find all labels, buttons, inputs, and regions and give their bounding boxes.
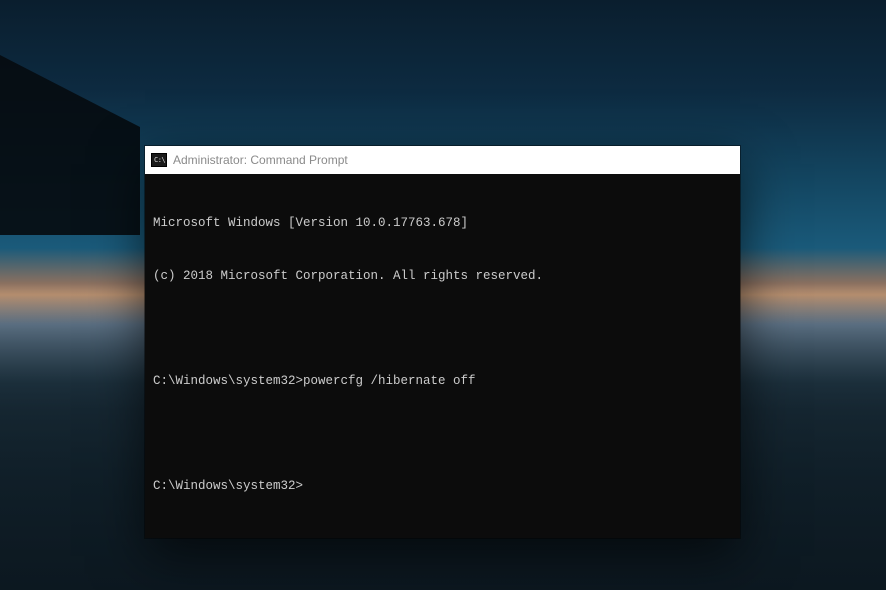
window-titlebar[interactable]: C:\ Administrator: Command Prompt bbox=[145, 146, 740, 174]
terminal-body[interactable]: Microsoft Windows [Version 10.0.17763.67… bbox=[145, 174, 740, 538]
prompt-line-1: C:\Windows\system32>powercfg /hibernate … bbox=[153, 373, 732, 391]
background-silhouette bbox=[0, 55, 140, 235]
banner-line-2: (c) 2018 Microsoft Corporation. All righ… bbox=[153, 268, 732, 286]
blank-line bbox=[153, 320, 732, 338]
command-prompt-icon: C:\ bbox=[151, 153, 167, 167]
command-prompt-window: C:\ Administrator: Command Prompt Micros… bbox=[145, 146, 740, 538]
prompt-path-1: C:\Windows\system32> bbox=[153, 373, 303, 391]
prompt-path-2: C:\Windows\system32> bbox=[153, 478, 303, 496]
blank-line bbox=[153, 425, 732, 443]
window-title: Administrator: Command Prompt bbox=[173, 153, 348, 167]
banner-line-1: Microsoft Windows [Version 10.0.17763.67… bbox=[153, 215, 732, 233]
prompt-command-1: powercfg /hibernate off bbox=[303, 373, 476, 391]
prompt-line-2[interactable]: C:\Windows\system32> bbox=[153, 478, 732, 496]
command-prompt-icon-glyph: C:\ bbox=[154, 157, 165, 164]
